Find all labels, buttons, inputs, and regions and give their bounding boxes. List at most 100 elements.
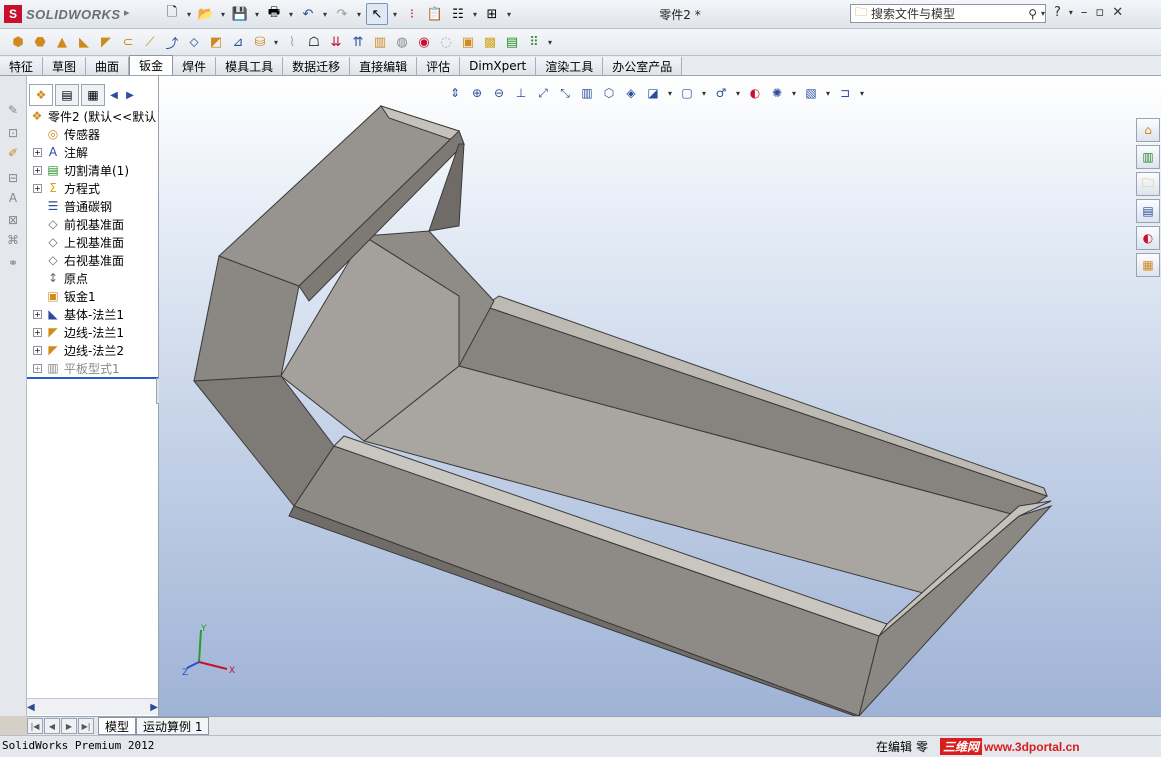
tree-item[interactable]: + ◤ 边线-法兰1 xyxy=(33,323,124,341)
expand-toggle-icon[interactable]: + xyxy=(33,147,42,157)
tree-item[interactable]: + Σ 方程式 xyxy=(33,179,100,197)
layout-dropdown-icon[interactable]: ▾ xyxy=(505,10,513,19)
tab-2[interactable]: 曲面 xyxy=(86,57,130,75)
no-bends-icon[interactable]: ◍ xyxy=(392,32,412,52)
annotation-icon[interactable]: A xyxy=(4,189,22,207)
options-dropdown-icon[interactable]: ▾ xyxy=(471,10,479,19)
jog-icon[interactable]: ⤴ xyxy=(162,32,182,52)
search-dropdown-icon[interactable]: ▾ xyxy=(1041,9,1045,18)
mirror-icon[interactable]: ▤ xyxy=(502,32,522,52)
tree-item[interactable]: + A 注解 xyxy=(33,143,88,161)
tree-item[interactable]: ◇ 上视基准面 xyxy=(33,233,124,251)
options-list-icon[interactable]: ☷ xyxy=(448,4,468,24)
cross-break-icon[interactable]: ⬦ xyxy=(184,32,204,52)
minimize-icon[interactable]: – xyxy=(1081,5,1088,20)
insert-bends-icon[interactable]: ◉ xyxy=(414,32,434,52)
vent-icon[interactable]: ☖ xyxy=(304,32,324,52)
edge-flange-icon[interactable]: ◣ xyxy=(74,32,94,52)
tree-item[interactable]: + ▥ 平板型式1 xyxy=(33,359,120,377)
tree-item[interactable]: ▣ 钣金1 xyxy=(33,287,95,305)
property-manager-tab-icon[interactable]: ▤ xyxy=(55,84,79,106)
simple-hole-icon[interactable]: ◌ xyxy=(436,32,456,52)
scroll-left-icon[interactable]: ◀ xyxy=(27,702,35,713)
logo-menu-arrow-icon[interactable]: ▸ xyxy=(124,6,130,19)
search-icon[interactable]: ⚲ xyxy=(1028,7,1037,21)
tree-item[interactable]: ☰ 普通碳钢 xyxy=(33,197,112,215)
tree-item[interactable]: ◇ 前视基准面 xyxy=(33,215,124,233)
undo-dropdown-icon[interactable]: ▾ xyxy=(321,10,329,19)
save-dropdown-icon[interactable]: ▾ xyxy=(253,10,261,19)
smart-dimension-icon[interactable]: ✐ xyxy=(4,144,22,162)
pattern-dropdown-icon[interactable]: ▾ xyxy=(546,38,554,47)
tab-4[interactable]: 焊件 xyxy=(173,57,217,75)
file-properties-icon[interactable]: 📋 xyxy=(425,4,445,24)
model-tab[interactable]: 模型 xyxy=(98,717,137,735)
tab-3[interactable]: 钣金 xyxy=(129,55,174,75)
tab-0[interactable]: 特征 xyxy=(0,57,44,75)
undo-icon[interactable]: ↶ xyxy=(298,4,318,24)
print-dropdown-icon[interactable]: ▾ xyxy=(287,10,295,19)
motion-study-tab[interactable]: 运动算例 1 xyxy=(136,717,210,735)
open-document-icon[interactable]: 📂 xyxy=(196,4,216,24)
flatten-icon[interactable]: ▥ xyxy=(370,32,390,52)
tree-root[interactable]: ❖ 零件2 (默认<<默认 xyxy=(29,107,157,125)
sheet-metal-part-model[interactable] xyxy=(159,76,1161,716)
close-icon[interactable]: ✕ xyxy=(1112,5,1123,20)
tab-11[interactable]: 办公室产品 xyxy=(603,57,683,75)
tree-item[interactable]: ◇ 右视基准面 xyxy=(33,251,124,269)
select-dropdown-icon[interactable]: ▾ xyxy=(391,10,399,19)
feature-tree-scrollbar[interactable]: ◀ ▶ xyxy=(27,698,158,715)
search-box[interactable]: 🗀 搜索文件与模型 ⚲ ▾ xyxy=(850,4,1046,23)
expand-toggle-icon[interactable]: + xyxy=(33,183,42,193)
tab-10[interactable]: 渲染工具 xyxy=(536,57,604,75)
unfold-icon[interactable]: ⇊ xyxy=(326,32,346,52)
next-tab-icon[interactable]: ▶ xyxy=(61,718,77,734)
print-icon[interactable]: 🖶 xyxy=(264,4,284,24)
reference-geometry-icon[interactable]: ⊠ xyxy=(4,211,22,229)
gusset-icon[interactable]: ▩ xyxy=(480,32,500,52)
mass-properties-icon[interactable]: ⚭ xyxy=(4,254,22,272)
expand-toggle-icon[interactable]: + xyxy=(33,363,42,373)
tree-item[interactable]: + ▤ 切割清单(1) xyxy=(33,161,129,179)
expand-toggle-icon[interactable]: + xyxy=(33,309,42,319)
tabs-scroll-left-icon[interactable]: ◀ xyxy=(107,90,121,101)
open-dropdown-icon[interactable]: ▾ xyxy=(219,10,227,19)
tab-1[interactable]: 草图 xyxy=(43,57,87,75)
tree-item[interactable]: + ◤ 边线-法兰2 xyxy=(33,341,124,359)
tab-8[interactable]: 评估 xyxy=(417,57,461,75)
tab-9[interactable]: DimXpert xyxy=(460,57,537,75)
prev-tab-icon[interactable]: ◀ xyxy=(44,718,60,734)
maximize-icon[interactable]: ▫ xyxy=(1095,5,1104,20)
fold-icon[interactable]: ⇈ xyxy=(348,32,368,52)
expand-toggle-icon[interactable]: + xyxy=(33,165,42,175)
window-layout-icon[interactable]: ⊞ xyxy=(482,4,502,24)
form-dropdown-icon[interactable]: ▾ xyxy=(272,38,280,47)
tab-5[interactable]: 模具工具 xyxy=(216,57,284,75)
redo-dropdown-icon[interactable]: ▾ xyxy=(355,10,363,19)
rip-icon[interactable]: ⊿ xyxy=(228,32,248,52)
rollback-bar[interactable] xyxy=(27,377,158,379)
lofted-bend-icon[interactable]: ▲ xyxy=(52,32,72,52)
expand-toggle-icon[interactable]: + xyxy=(33,345,42,355)
corners-icon[interactable]: ◩ xyxy=(206,32,226,52)
scroll-right-icon[interactable]: ▶ xyxy=(150,702,158,713)
tree-item[interactable]: ↕ 原点 xyxy=(33,269,88,287)
new-dropdown-icon[interactable]: ▾ xyxy=(185,10,193,19)
redo-icon[interactable]: ↷ xyxy=(332,4,352,24)
tree-item[interactable]: + ◣ 基体-法兰1 xyxy=(33,305,124,323)
first-tab-icon[interactable]: |◀ xyxy=(27,718,43,734)
extruded-cut-icon[interactable]: ▣ xyxy=(458,32,478,52)
tabs-scroll-right-icon[interactable]: ▶ xyxy=(123,90,137,101)
tab-6[interactable]: 数据迁移 xyxy=(283,57,351,75)
graphics-area[interactable]: ⇕ ⊕ ⊖ ⊥ ⤢ ⤡ ▥ ⬡ ◈ ◪▾ ▢▾ ♂▾ ◐ ✺▾ ▧▾ ⊐▾ ◧ … xyxy=(159,76,1161,716)
select-pointer-icon[interactable]: ↖ xyxy=(366,3,388,25)
save-icon[interactable]: 💾 xyxy=(230,4,250,24)
measure-icon[interactable]: ⌘ xyxy=(4,231,22,249)
convert-to-sheet-metal-icon[interactable]: ⬣ xyxy=(30,32,50,52)
tree-item[interactable]: ◎ 传感器 xyxy=(33,125,100,143)
base-flange-icon[interactable]: ⬢ xyxy=(8,32,28,52)
sketched-bend-icon[interactable]: ⟋ xyxy=(140,32,160,52)
weld-corner-icon[interactable]: ⌇ xyxy=(282,32,302,52)
relations-icon[interactable]: ⊟ xyxy=(4,169,22,187)
hem-icon[interactable]: ⊂ xyxy=(118,32,138,52)
